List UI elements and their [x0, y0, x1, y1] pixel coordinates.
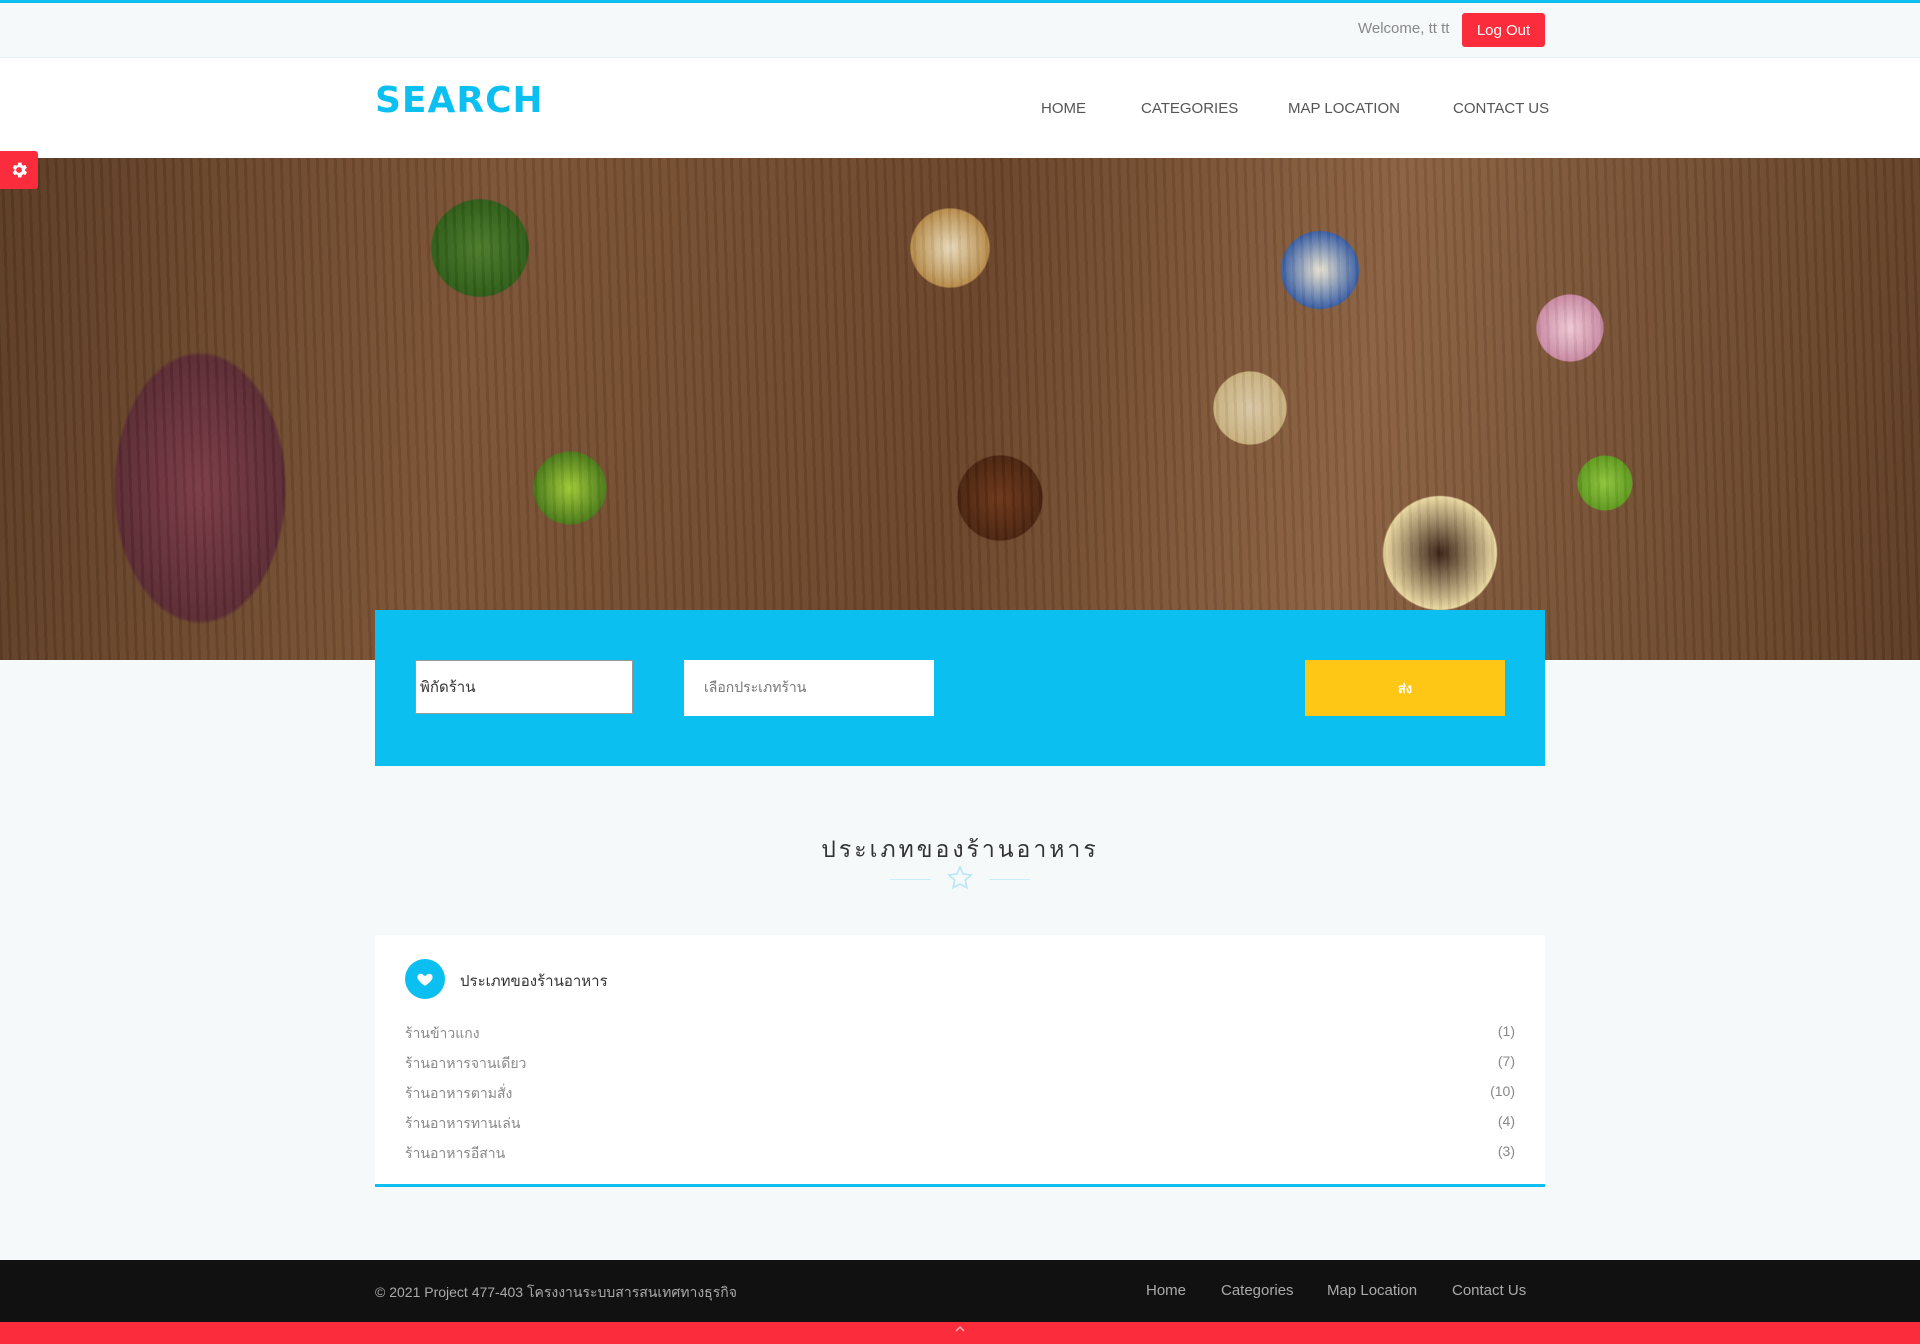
footer-link-home[interactable]: Home [1146, 1282, 1186, 1299]
site-footer: © 2021 Project 477-403 โครงงานระบบสารสนเ… [0, 1260, 1920, 1322]
category-count: (7) [1497, 1053, 1515, 1069]
gear-icon [12, 162, 27, 178]
category-card-icon [405, 959, 445, 999]
hero-banner-image [0, 158, 1920, 660]
nav-map-location[interactable]: MAP LOCATION [1288, 100, 1400, 117]
category-card: ประเภทของร้านอาหาร ร้านข้าวแกง (1) ร้านอ… [375, 935, 1545, 1187]
category-count: (10) [1490, 1083, 1515, 1099]
submit-button[interactable]: ส่ง [1305, 660, 1505, 716]
category-item-3[interactable]: ร้านอาหารทานเล่น (4) [405, 1113, 1515, 1143]
category-count: (3) [1497, 1143, 1515, 1159]
category-item-0[interactable]: ร้านข้าวแกง (1) [405, 1023, 1515, 1053]
category-card-title: ประเภทของร้านอาหาร [460, 973, 608, 990]
welcome-text: Welcome, tt tt [1358, 20, 1450, 37]
category-list: ร้านข้าวแกง (1) ร้านอาหารจานเดียว (7) ร้… [405, 1023, 1515, 1173]
main-navbar: SEARCH HOME CATEGORIES MAP LOCATION CONT… [0, 58, 1920, 158]
category-name: ร้านอาหารทานเล่น [405, 1115, 521, 1131]
category-count: (1) [1497, 1023, 1515, 1039]
star-icon [947, 864, 973, 890]
nav-contact-us[interactable]: CONTACT US [1453, 100, 1549, 117]
section-title: ประเภทของร้านอาหาร [821, 836, 1099, 862]
copyright-text: © 2021 Project 477-403 โครงงานระบบสารสนเ… [375, 1284, 737, 1300]
title-divider-right [989, 879, 1030, 880]
restaurant-type-select[interactable]: เลือกประเภทร้าน [684, 660, 934, 716]
logout-button[interactable]: Log Out [1462, 13, 1545, 47]
category-item-1[interactable]: ร้านอาหารจานเดียว (7) [405, 1053, 1515, 1083]
category-count: (4) [1497, 1113, 1515, 1129]
site-logo[interactable]: SEARCH [375, 80, 544, 121]
location-field[interactable]: พิกัดร้าน [415, 660, 633, 714]
category-name: ร้านอาหารตามสั่ง [405, 1085, 513, 1101]
nav-categories[interactable]: CATEGORIES [1141, 100, 1238, 117]
category-name: ร้านอาหารอีสาน [405, 1145, 506, 1161]
top-bar: Welcome, tt tt Log Out [0, 3, 1920, 58]
chevron-up-icon[interactable] [952, 1324, 968, 1334]
category-name: ร้านข้าวแกง [405, 1025, 480, 1041]
settings-toggle[interactable] [0, 151, 38, 189]
footer-link-contact-us[interactable]: Contact Us [1452, 1282, 1526, 1299]
heart-icon [417, 973, 433, 986]
footer-link-categories[interactable]: Categories [1221, 1282, 1294, 1299]
category-name: ร้านอาหารจานเดียว [405, 1055, 527, 1071]
footer-link-map-location[interactable]: Map Location [1327, 1282, 1417, 1299]
search-panel: พิกัดร้าน เลือกประเภทร้าน ส่ง [375, 610, 1545, 766]
category-item-2[interactable]: ร้านอาหารตามสั่ง (10) [405, 1083, 1515, 1113]
nav-home[interactable]: HOME [1041, 100, 1086, 117]
category-item-4[interactable]: ร้านอาหารอีสาน (3) [405, 1143, 1515, 1173]
title-divider-left [890, 879, 931, 880]
